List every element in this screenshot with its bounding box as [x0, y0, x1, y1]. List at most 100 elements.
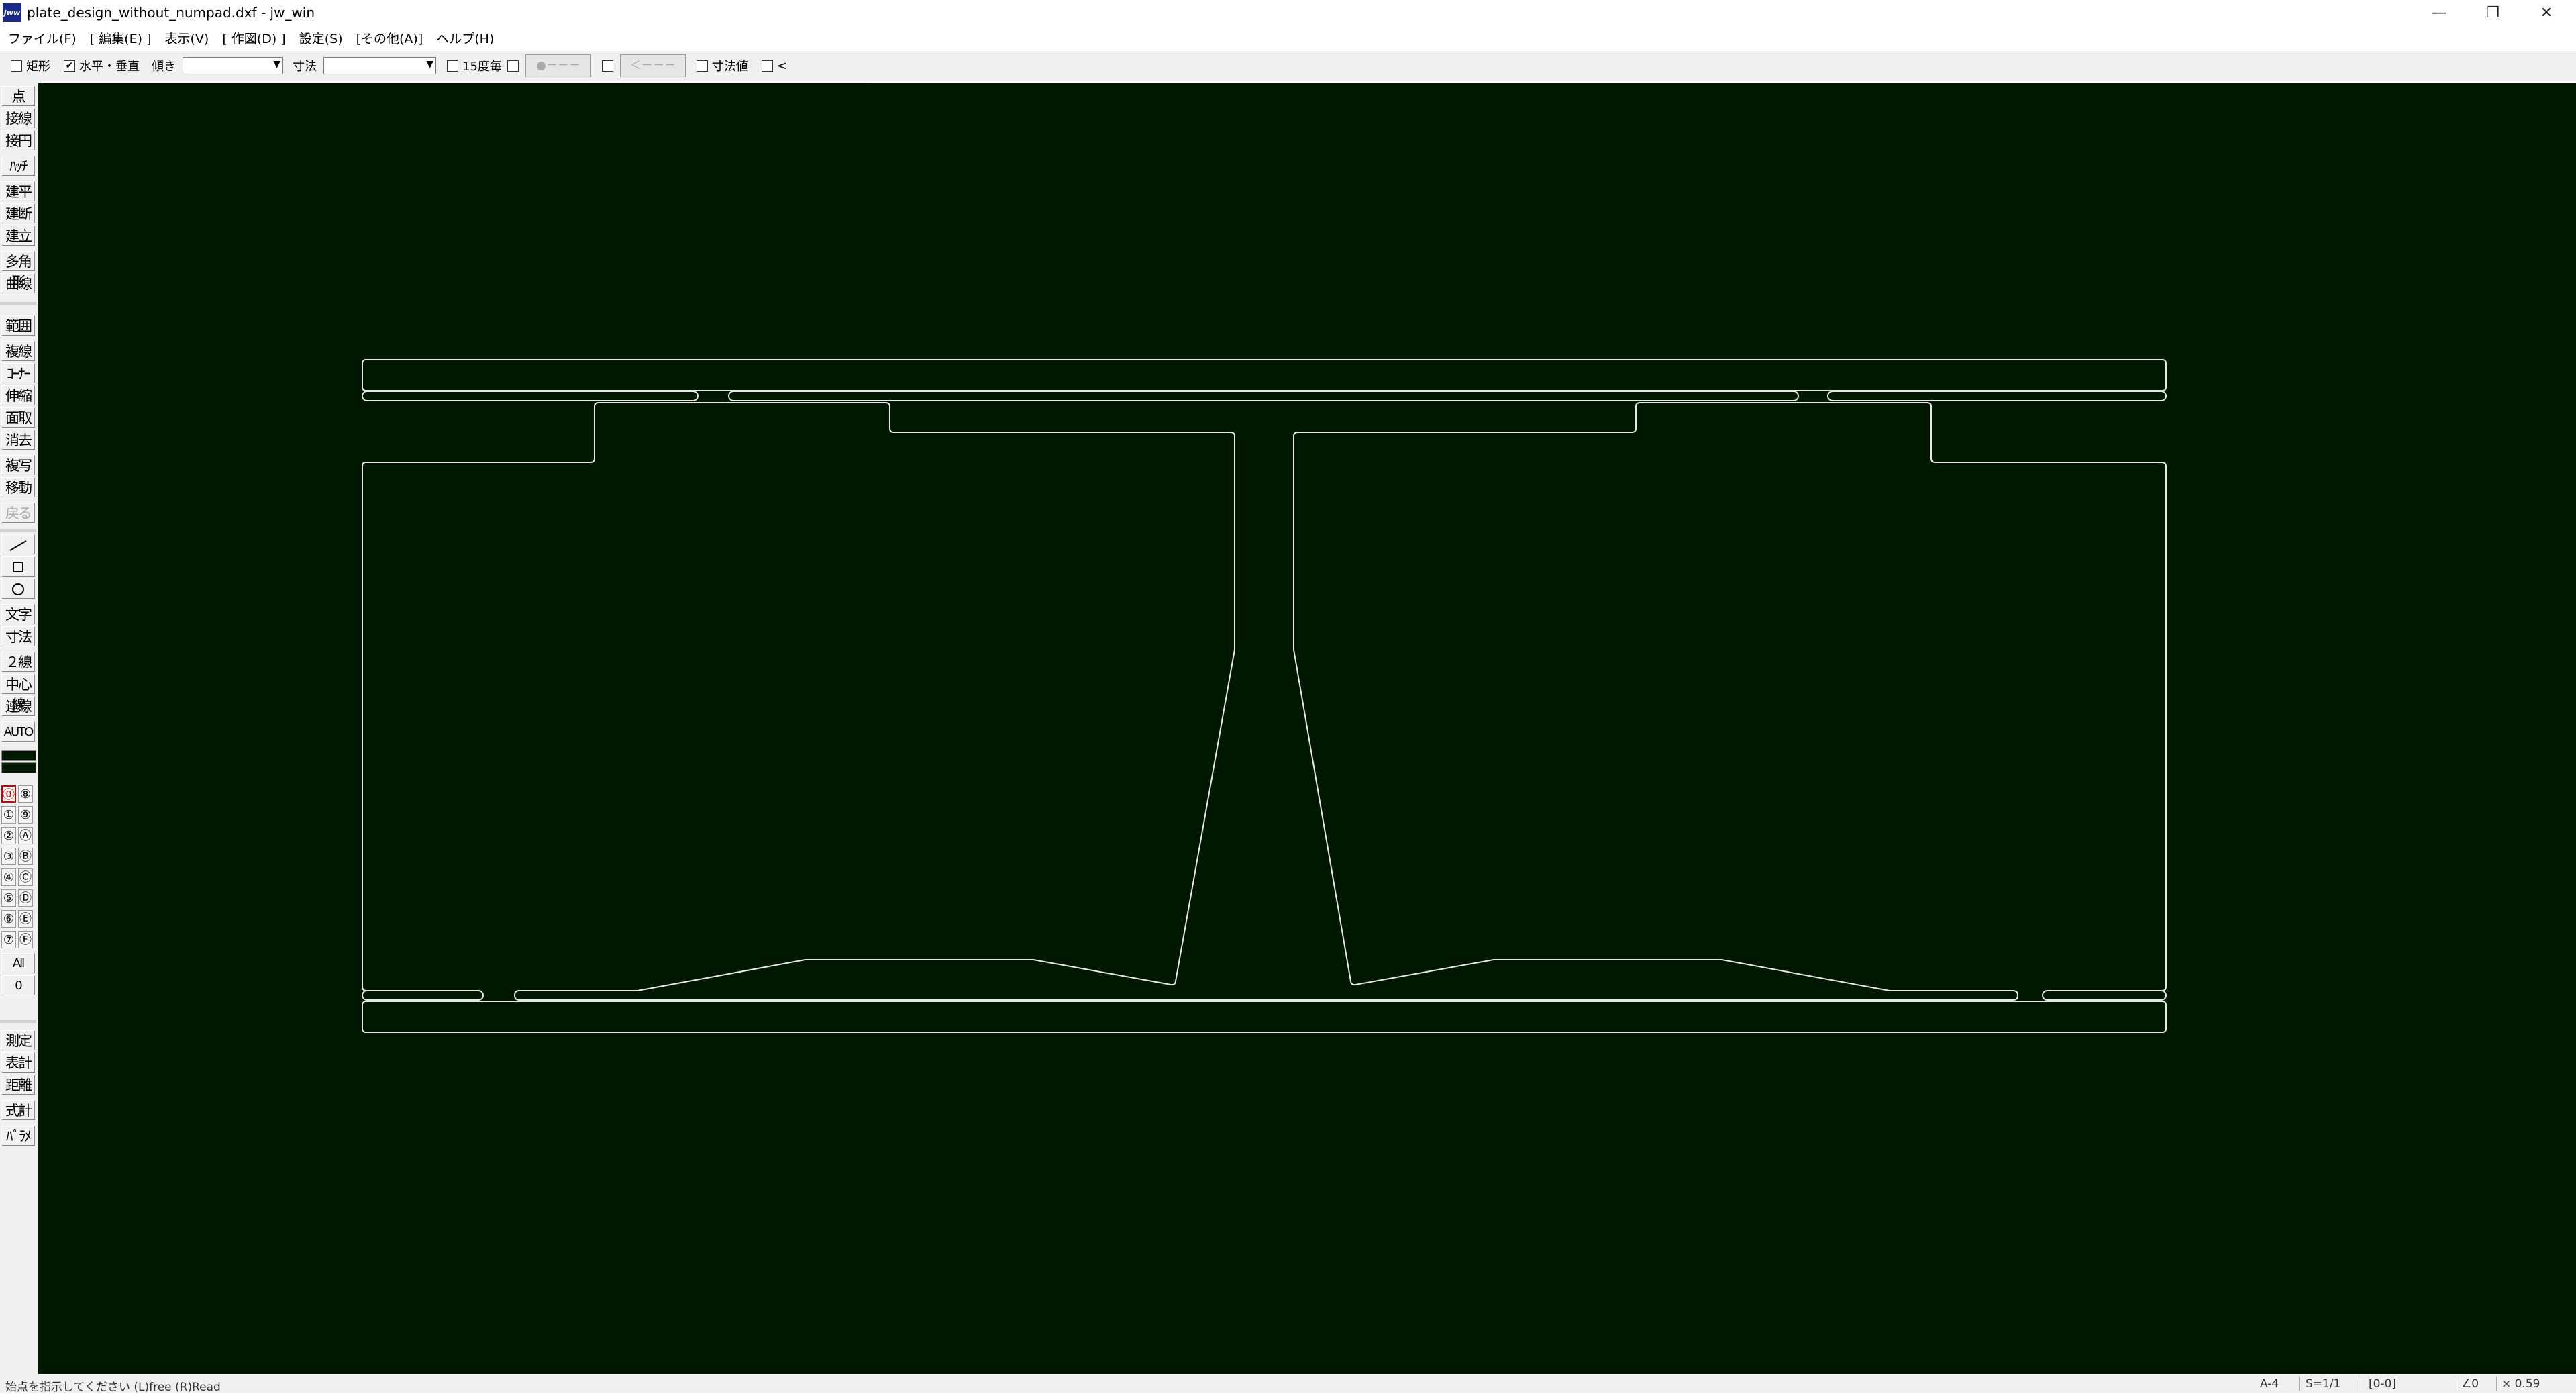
layer-a[interactable]: Ⓐ — [18, 827, 33, 844]
toolbar-divider — [0, 529, 36, 532]
left-plate-side — [362, 462, 367, 991]
toolbar-divider — [0, 1020, 36, 1023]
circle-icon — [12, 583, 24, 595]
tool-chamfer[interactable]: 面取 — [1, 407, 35, 428]
layer-4[interactable]: ④ — [1, 868, 16, 886]
tool-measure[interactable]: 測定 — [1, 1030, 35, 1050]
layer-b[interactable]: Ⓑ — [18, 848, 33, 865]
layer-2[interactable]: ② — [1, 827, 16, 844]
dot-line-button[interactable]: ●－－－ — [525, 54, 591, 77]
tool-double-line[interactable]: ２線 — [1, 652, 35, 672]
close-button[interactable]: ✕ — [2520, 0, 2573, 26]
lt-checkbox[interactable] — [761, 60, 773, 72]
bottom-slot-left — [362, 990, 484, 1001]
tool-continuous-line[interactable]: 連線 — [1, 696, 35, 716]
tool-offset[interactable]: 複線 — [1, 341, 35, 361]
dimval-label: 寸法値 — [711, 60, 748, 74]
status-divider — [2299, 1377, 2300, 1391]
minimize-button[interactable]: — — [2412, 0, 2466, 26]
menu-settings[interactable]: 設定(S) — [299, 29, 343, 47]
layer-1[interactable]: ① — [1, 806, 16, 824]
arrow-line-button[interactable]: ＜－－－ — [619, 54, 686, 77]
tool-move[interactable]: 移動 — [1, 477, 35, 497]
dim-label: 寸法 — [293, 60, 317, 74]
bottom-slot-right — [2042, 990, 2167, 1001]
layer-9[interactable]: ⑨ — [18, 806, 33, 824]
layer-5[interactable]: ⑤ — [1, 889, 16, 907]
tool-circle[interactable] — [1, 579, 35, 599]
layer-f[interactable]: Ⓕ — [18, 931, 33, 948]
drawing-svg[interactable] — [38, 83, 2576, 1374]
layer-8[interactable]: ⑧ — [18, 785, 33, 803]
tool-line[interactable] — [1, 534, 35, 554]
deg15-label: 15度毎 — [462, 60, 502, 74]
tool-copy[interactable]: 複写 — [1, 455, 35, 475]
options-bar-filler — [866, 51, 2576, 81]
tool-auto[interactable]: AUTO — [1, 721, 35, 742]
tool-distance[interactable]: 距離 — [1, 1075, 35, 1095]
top-slot-left — [362, 391, 699, 401]
status-bar: 始点を指示してください (L)free (R)Read A-4 S=1/1 [0… — [0, 1375, 2576, 1394]
status-zoom[interactable]: × 0.59 — [2502, 1377, 2540, 1391]
tool-tangent-line[interactable]: 接線 — [1, 108, 35, 128]
tool-range[interactable]: 範囲 — [1, 315, 35, 336]
tool-building-elevation[interactable]: 建立 — [1, 226, 35, 246]
menu-edit[interactable]: [ 編集(E) ] — [90, 29, 152, 47]
menu-other[interactable]: [その他(A)] — [356, 29, 423, 47]
status-layer[interactable]: [0-0] — [2369, 1377, 2396, 1391]
tool-hatch[interactable]: ﾊｯﾁ — [1, 156, 35, 176]
layer-all-button[interactable]: All — [1, 953, 35, 973]
restore-button[interactable]: ❐ — [2466, 0, 2520, 26]
tool-table-calc[interactable]: 表計 — [1, 1052, 35, 1073]
tool-parametric[interactable]: ﾊﾟﾗﾒ — [1, 1126, 35, 1146]
line-color-swatch[interactable] — [1, 750, 36, 761]
layer-e[interactable]: Ⓔ — [18, 910, 33, 928]
tool-center-line[interactable]: 中心線 — [1, 674, 35, 713]
deg15-checkbox[interactable] — [447, 60, 458, 72]
tool-rectangle[interactable] — [1, 556, 35, 577]
layer-zero-button[interactable]: 0 — [1, 975, 35, 995]
layer-7[interactable]: ⑦ — [1, 931, 16, 948]
dot-checkbox[interactable] — [507, 60, 519, 72]
layer-0[interactable]: ⓪ — [1, 785, 16, 803]
bottom-rail — [362, 1001, 2167, 1033]
status-message: 始点を指示してください (L)free (R)Read — [5, 1381, 221, 1394]
left-toolbar: 点 接線 接円 ﾊｯﾁ 建平 建断 建立 多角形 曲線 範囲 複線 ｺｰﾅｰ 伸… — [0, 81, 38, 1375]
layer-d[interactable]: Ⓓ — [18, 889, 33, 907]
menu-view[interactable]: 表示(V) — [165, 29, 209, 47]
drawing-canvas[interactable] — [38, 83, 2576, 1374]
tool-extend[interactable]: 伸縮 — [1, 385, 35, 405]
menu-help[interactable]: ヘルプ(H) — [436, 29, 494, 47]
tool-erase[interactable]: 消去 — [1, 430, 35, 450]
tool-dimension[interactable]: 寸法 — [1, 626, 35, 646]
arrow-checkbox[interactable] — [601, 60, 613, 72]
tilt-combo[interactable]: ▼ — [183, 57, 283, 74]
tool-undo[interactable]: 戻る — [1, 503, 35, 523]
status-divider — [2496, 1377, 2497, 1391]
hv-checkbox[interactable]: ✔ — [64, 60, 75, 72]
dimval-checkbox[interactable] — [696, 60, 708, 72]
layer-c[interactable]: Ⓒ — [18, 868, 33, 886]
left-plate-outline — [366, 402, 2167, 1001]
tool-text[interactable]: 文字 — [1, 604, 35, 624]
status-angle[interactable]: ∠0 — [2461, 1377, 2479, 1391]
top-slot-middle — [728, 391, 1799, 401]
line-type-swatch[interactable] — [1, 762, 36, 773]
tool-formula[interactable]: 式計 — [1, 1100, 35, 1120]
tool-building-section[interactable]: 建断 — [1, 203, 35, 223]
hv-label: 水平・垂直 — [79, 60, 140, 74]
tool-polygon[interactable]: 多角形 — [1, 251, 35, 290]
tool-building-plan[interactable]: 建平 — [1, 181, 35, 201]
tool-corner[interactable]: ｺｰﾅｰ — [1, 363, 35, 383]
layer-6[interactable]: ⑥ — [1, 910, 16, 928]
layer-3[interactable]: ③ — [1, 848, 16, 865]
tool-point[interactable]: 点 — [1, 86, 35, 106]
rect-checkbox[interactable] — [11, 60, 22, 72]
menu-file[interactable]: ファイル(F) — [8, 29, 76, 47]
dim-combo[interactable]: ▼ — [323, 57, 436, 74]
tool-curve[interactable]: 曲線 — [1, 273, 35, 293]
status-scale[interactable]: S=1/1 — [2306, 1377, 2340, 1391]
menu-draw[interactable]: [ 作図(D) ] — [222, 29, 285, 47]
tool-tangent-circle[interactable]: 接円 — [1, 130, 35, 150]
status-paper[interactable]: A-4 — [2260, 1377, 2279, 1391]
